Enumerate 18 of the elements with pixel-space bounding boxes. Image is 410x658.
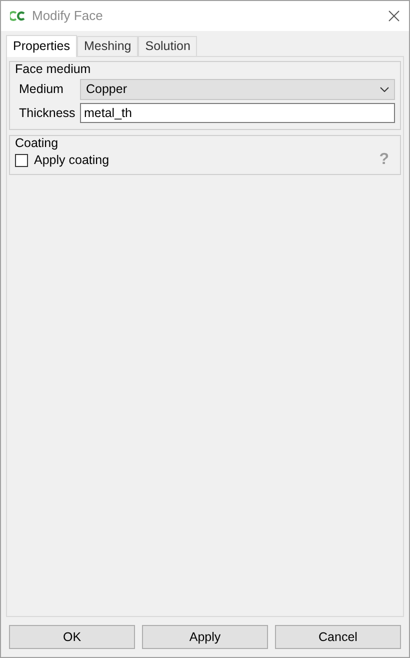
thickness-field[interactable]: metal_th bbox=[80, 103, 395, 123]
checkbox-label: Apply coating bbox=[34, 152, 110, 169]
tab[interactable]: Properties bbox=[6, 35, 77, 57]
close-icon[interactable] bbox=[388, 10, 400, 22]
tab[interactable]: Meshing bbox=[76, 36, 138, 56]
thickness-label: Thickness bbox=[18, 104, 76, 122]
app-logo-icon bbox=[10, 10, 26, 22]
group-title: Face medium bbox=[15, 62, 92, 76]
group-title: Coating bbox=[15, 136, 60, 150]
dialog-button[interactable]: Cancel bbox=[275, 625, 401, 649]
checkbox[interactable] bbox=[15, 154, 28, 167]
chevron-down-icon bbox=[380, 87, 389, 92]
dialog-button[interactable]: OK bbox=[9, 625, 135, 649]
medium-dropdown[interactable]: Copper bbox=[80, 79, 395, 100]
dialog-button[interactable]: Apply bbox=[142, 625, 268, 649]
window-title: Modify Face bbox=[32, 7, 103, 26]
medium-label: Medium bbox=[18, 81, 64, 98]
tab[interactable]: Solution bbox=[138, 36, 198, 56]
